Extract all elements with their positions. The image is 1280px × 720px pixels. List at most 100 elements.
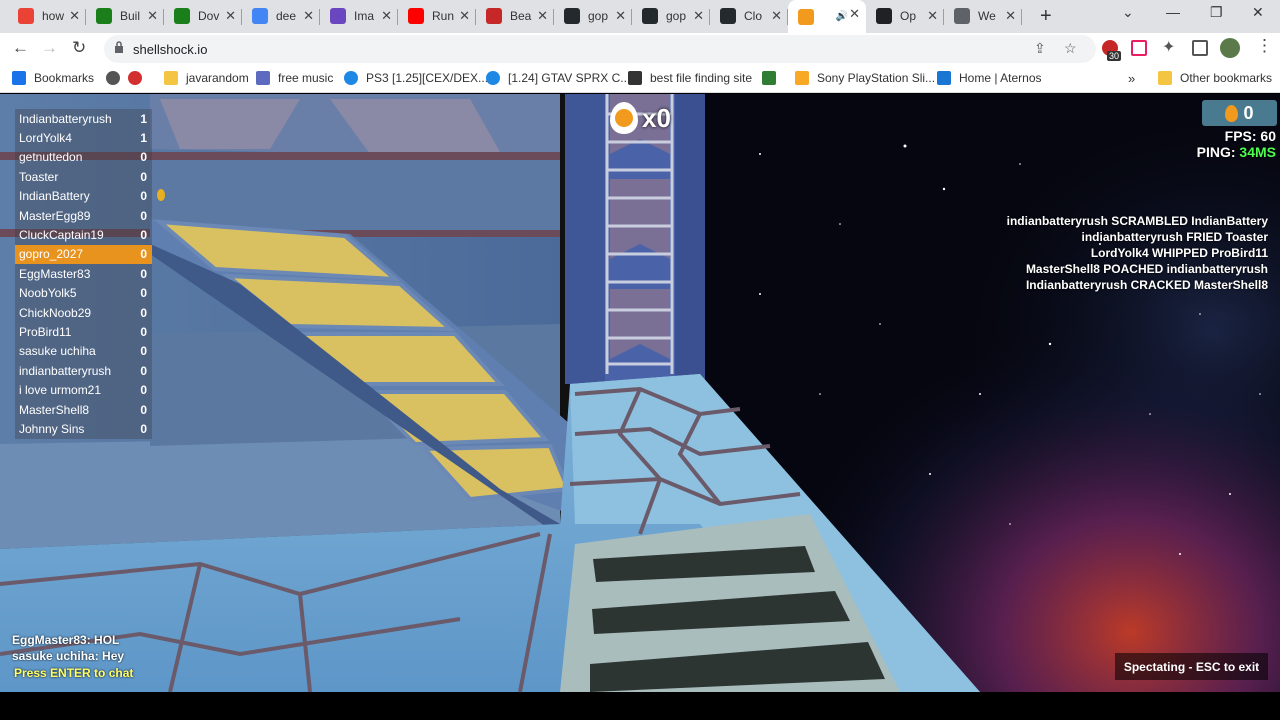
tab-11[interactable]: Op ✕ <box>866 2 944 30</box>
green-square-icon <box>762 71 776 85</box>
extension-badge: 30 <box>1107 51 1122 61</box>
extension-2-icon[interactable] <box>1131 40 1147 56</box>
globe-icon <box>106 71 120 85</box>
tab-8[interactable]: gop ✕ <box>632 2 710 30</box>
tab-2[interactable]: Dov ✕ <box>164 2 242 30</box>
bookmark-item[interactable]: PS3 [1.25][CEX/DEX... <box>344 71 488 85</box>
close-tab-icon[interactable]: ✕ <box>537 8 548 24</box>
player-score: 0 <box>140 189 147 204</box>
heart-icon <box>128 71 142 85</box>
chat-hint[interactable]: Press ENTER to chat <box>12 665 133 681</box>
forward-button[interactable]: → <box>41 38 58 58</box>
address-bar[interactable]: shellshock.io ⇪ ☆ <box>104 35 1096 63</box>
tab-5[interactable]: Run ✕ <box>398 2 476 30</box>
tab-strip: how ✕ Buil ✕ Dov ✕ dee ✕ Ima ✕ Run ✕ Bea ✕ gop ✕ gop ✕ Clo… <box>0 0 1280 33</box>
bottom-bar <box>0 692 1280 720</box>
reload-button[interactable]: ↻ <box>72 38 86 58</box>
bookmark-star-icon[interactable]: ☆ <box>1064 40 1077 57</box>
bookmark-label: javarandom <box>186 71 249 85</box>
tab-10[interactable]: 🔊 ✕ <box>788 0 866 33</box>
player-score: 0 <box>140 169 147 184</box>
tab-12[interactable]: We ✕ <box>944 2 1022 30</box>
chart-icon <box>330 8 346 24</box>
bookmark-item[interactable] <box>106 71 128 85</box>
close-tab-icon[interactable]: ✕ <box>225 8 236 24</box>
tab-3[interactable]: dee ✕ <box>242 2 320 30</box>
player-name: MasterEgg89 <box>19 208 91 223</box>
tab-search-icon[interactable]: ⌄ <box>1122 4 1134 21</box>
bookmark-item[interactable]: javarandom <box>164 71 249 85</box>
scoreboard-row: ChickNoob29 0 <box>15 302 152 323</box>
bookmark-item[interactable]: Home | Aternos <box>937 71 1042 85</box>
player-name: indianbatteryrush <box>19 363 112 378</box>
close-tab-icon[interactable]: ✕ <box>147 8 158 24</box>
player-score: 0 <box>140 150 147 165</box>
player-name: i love urmom21 <box>19 383 102 398</box>
avatar[interactable] <box>1220 38 1240 58</box>
url-text: shellshock.io <box>133 42 208 57</box>
tab-9[interactable]: Clo ✕ <box>710 2 788 30</box>
ping-label: PING: <box>1196 144 1240 160</box>
player-name: getnuttedon <box>19 150 83 165</box>
player-score: 0 <box>140 363 147 378</box>
player-name: NoobYolk5 <box>19 286 77 301</box>
game-scene <box>0 94 1280 692</box>
chat-message: EggMaster83: HOL <box>12 633 120 647</box>
bookmark-item[interactable] <box>128 71 150 85</box>
bookmark-item[interactable]: [1.24] GTAV SPRX C... <box>486 71 630 85</box>
chat-message: sasuke uchiha: Hey <box>12 649 125 663</box>
tab-7[interactable]: gop ✕ <box>554 2 632 30</box>
egg-count: 0 <box>1243 102 1254 123</box>
close-tab-icon[interactable]: ✕ <box>381 8 392 24</box>
close-tab-icon[interactable]: ✕ <box>771 8 782 24</box>
game-viewport[interactable]: Indianbatteryrush 1 LordYolk4 1 getnuttedon 0… <box>0 94 1280 692</box>
golden-egg-icon <box>1225 104 1239 122</box>
openai-icon <box>876 8 892 24</box>
bookmark-item[interactable]: Sony PlayStation Sli... <box>795 71 935 85</box>
close-tab-icon[interactable]: ✕ <box>69 8 80 24</box>
bookmark-item[interactable] <box>762 71 784 85</box>
bookmark-label: Home | Aternos <box>959 71 1042 85</box>
kill-feed-entry: Indianbatteryrush CRACKED MasterShell8 <box>1025 278 1268 292</box>
close-tab-icon[interactable]: ✕ <box>615 8 626 24</box>
c-icon <box>486 71 500 85</box>
puzzle-icon[interactable]: ✦ <box>1162 37 1178 56</box>
new-tab-button[interactable]: + <box>1040 5 1052 28</box>
c-icon <box>344 71 358 85</box>
back-button[interactable]: ← <box>12 38 29 58</box>
player-name: Indianbatteryrush <box>19 111 112 126</box>
bookmark-item[interactable]: Other bookmarks <box>1158 71 1272 85</box>
tab-1[interactable]: Buil ✕ <box>86 2 164 30</box>
side-panel-icon[interactable] <box>1192 40 1208 56</box>
close-tab-icon[interactable]: ✕ <box>849 6 860 22</box>
tab-4[interactable]: Ima ✕ <box>320 2 398 30</box>
scoreboard-row: Johnny Sins 0 <box>15 419 152 439</box>
close-window-button[interactable]: ✕ <box>1252 4 1264 21</box>
spectating-banner: Spectating - ESC to exit <box>1115 653 1268 680</box>
close-tab-icon[interactable]: ✕ <box>693 8 704 24</box>
share-icon[interactable]: ⇪ <box>1034 40 1046 57</box>
kill-feed-entry: indianbatteryrush SCRAMBLED IndianBatter… <box>1006 214 1268 228</box>
green-app-icon <box>174 8 190 24</box>
close-tab-icon[interactable]: ✕ <box>1005 8 1016 24</box>
close-tab-icon[interactable]: ✕ <box>927 8 938 24</box>
tab-6[interactable]: Bea ✕ <box>476 2 554 30</box>
close-tab-icon[interactable]: ✕ <box>459 8 470 24</box>
bookmark-item[interactable]: best file finding site <box>628 71 752 85</box>
maximize-button[interactable]: ❐ <box>1210 4 1223 21</box>
music-icon <box>256 71 270 85</box>
scoreboard-row: MasterShell8 0 <box>15 399 152 420</box>
more-bookmarks-icon[interactable]: » <box>1128 71 1135 86</box>
close-tab-icon[interactable]: ✕ <box>303 8 314 24</box>
bookmark-label: free music <box>278 71 334 85</box>
ping-value: 34MS <box>1239 144 1276 160</box>
bookmark-item[interactable]: free music <box>256 71 333 85</box>
scoreboard: Indianbatteryrush 1 LordYolk4 1 getnuttedon 0… <box>15 109 152 439</box>
player-score: 0 <box>140 344 147 359</box>
minimize-button[interactable]: — <box>1166 4 1180 20</box>
bookmark-label: PS3 [1.25][CEX/DEX... <box>366 71 489 85</box>
menu-icon[interactable]: ⋮ <box>1256 36 1273 56</box>
bookmark-item[interactable]: Bookmarks <box>12 71 94 85</box>
tab-0[interactable]: how ✕ <box>8 2 86 30</box>
audio-playing-icon[interactable]: 🔊 <box>836 11 848 22</box>
